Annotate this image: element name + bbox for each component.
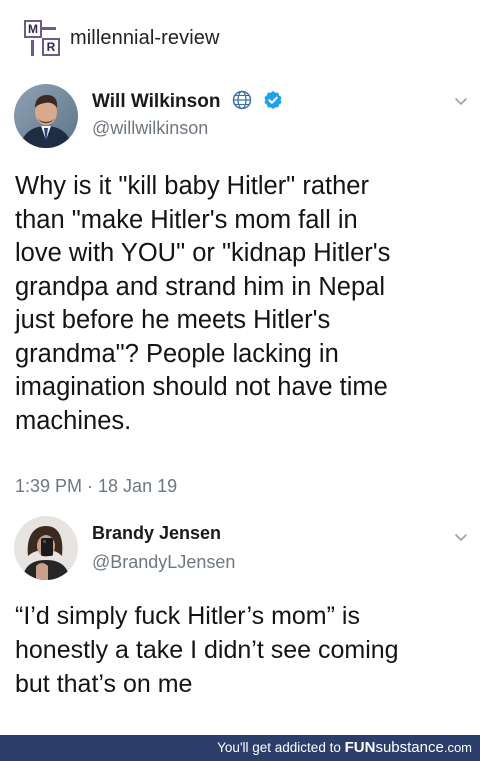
logo-letter-m: M	[24, 20, 42, 38]
avatar[interactable]	[14, 84, 78, 148]
brand-tld: .com	[443, 740, 472, 755]
user-handle[interactable]: @BrandyLJensen	[92, 552, 235, 573]
display-name-text: Will Wilkinson	[92, 91, 221, 112]
logo-bar	[31, 40, 34, 56]
avatar-selfie-icon	[14, 516, 78, 580]
avatar-portrait-icon	[14, 84, 78, 148]
user-handle[interactable]: @willwilkinson	[92, 118, 208, 139]
brand-fun: FUN	[344, 739, 376, 756]
tweet-timestamp[interactable]: 1:39 PM · 18 Jan 19	[15, 476, 177, 497]
watermark-text[interactable]: You'll get addicted to FUNsubstance.com	[217, 739, 472, 756]
watermark-footer: You'll get addicted to FUNsubstance.com	[0, 735, 480, 761]
millennial-review-logo[interactable]: M R	[22, 20, 62, 60]
tweet-text: Why is it "kill baby Hitler" rather than…	[15, 172, 391, 435]
display-name[interactable]: Brandy Jensen	[92, 523, 221, 544]
display-name[interactable]: Will Wilkinson	[92, 90, 283, 116]
verified-badge-icon	[263, 90, 283, 116]
logo-letter-r: R	[42, 38, 60, 56]
page-header: M R millennial-review	[0, 0, 480, 70]
tweet-text: “I’d simply fuck Hitler’s mom” is honest…	[15, 602, 399, 698]
footer-prefix: You'll get addicted to	[217, 740, 341, 755]
logo-bar	[42, 27, 56, 30]
brand-substance: substance	[375, 739, 444, 756]
chevron-down-icon[interactable]	[452, 92, 470, 110]
chevron-down-icon[interactable]	[452, 528, 470, 546]
avatar[interactable]	[14, 516, 78, 580]
site-name[interactable]: millennial-review	[70, 27, 220, 50]
globe-icon	[232, 90, 252, 116]
